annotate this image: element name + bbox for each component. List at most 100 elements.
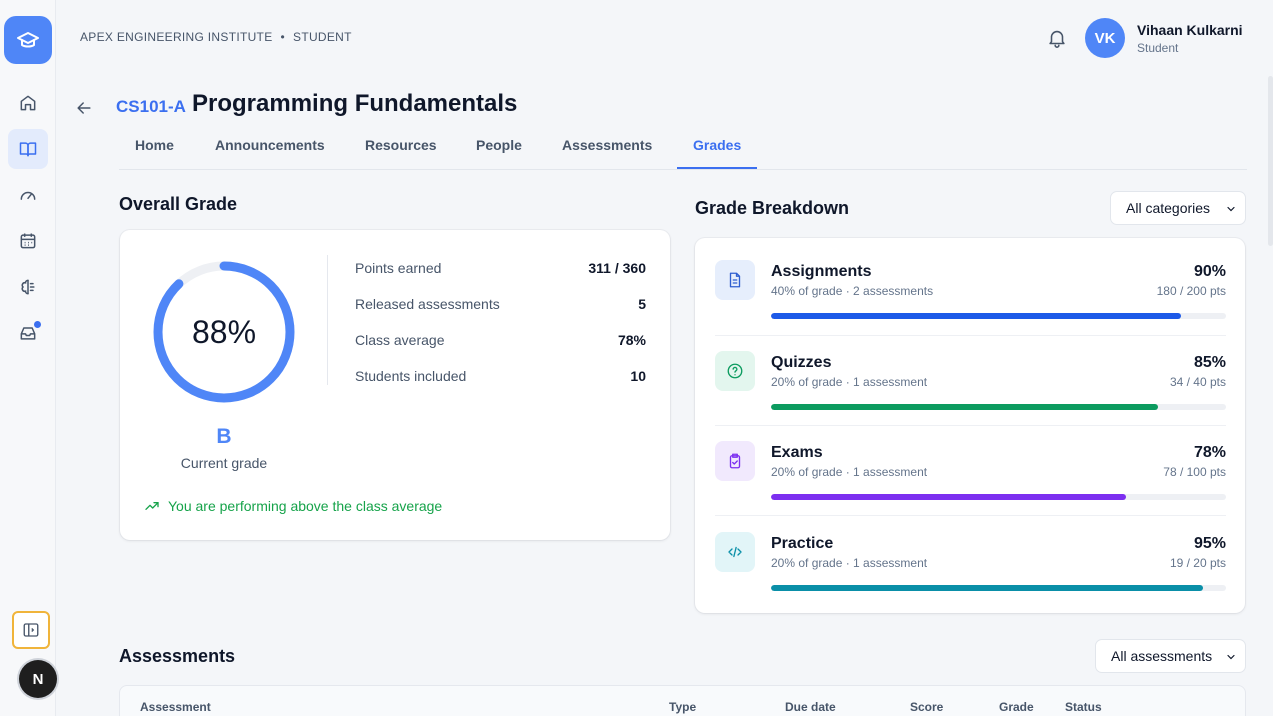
divider [327,255,328,385]
course-tabs: Home Announcements Resources People Asse… [119,128,1247,170]
category-progress-bar [771,585,1226,591]
back-arrow-icon[interactable] [74,98,94,118]
page-scrollbar[interactable] [1268,76,1273,246]
sidebar-item-home[interactable] [8,83,48,123]
avatar[interactable]: VK [1085,18,1125,58]
column-header-assessment[interactable]: Assessment [140,700,211,714]
stat-value: 10 [630,368,646,384]
stat-label: Released assessments [355,296,500,312]
grade-breakdown-card: Assignments 40% of grade · 2 assessments… [695,238,1245,613]
category-weight: 20% of grade · 1 assessment [771,465,928,479]
category-name: Quizzes [771,354,832,371]
category-filter-select[interactable]: All categories [1110,191,1246,225]
stat-label: Class average [355,332,445,348]
stat-value: 5 [638,296,646,312]
page-title: Programming Fundamentals [192,90,518,117]
institute-name: APEX ENGINEERING INSTITUTE [80,30,273,44]
category-weight: 20% of grade · 1 assessment [771,375,928,389]
category-progress-bar [771,404,1226,410]
category-percent: 85% [1193,354,1226,371]
next-badge[interactable]: N [19,660,57,698]
breakdown-row-exams: Exams 20% of grade · 1 assessment 78% 78… [715,425,1226,515]
breadcrumb: APEX ENGINEERING INSTITUTE • STUDENT [80,30,352,44]
assessments-title: Assessments [119,646,236,666]
column-header-due-date[interactable]: Due date [785,700,836,714]
breakdown-row-quizzes: Quizzes 20% of grade · 1 assessment 85% … [715,335,1226,425]
sidebar-item-inbox[interactable] [8,313,48,353]
breakdown-icon-box [715,441,755,481]
role-context: STUDENT [293,30,352,44]
category-progress-fill [771,494,1126,500]
trending-up-icon [145,502,159,510]
stat-value: 78% [617,332,646,348]
overall-grade-title: Overall Grade [119,194,238,214]
chevron-down-icon [1227,206,1235,212]
breakdown-icon-box [715,351,755,391]
tab-home[interactable]: Home [135,137,174,153]
tab-grades[interactable]: Grades [693,137,741,153]
category-name: Practice [771,535,834,552]
category-points: 34 / 40 pts [1169,375,1226,389]
user-role: Student [1137,41,1179,55]
column-header-type[interactable]: Type [669,700,696,714]
user-name: Vihaan Kulkarni [1137,22,1243,38]
breakdown-row-practice: Practice 20% of grade · 1 assessment 95%… [715,515,1226,605]
breakdown-row-assignments: Assignments 40% of grade · 2 assessments… [715,238,1226,328]
stat-value: 311 / 360 [588,260,646,276]
sidebar-item-ai[interactable] [8,267,48,307]
course-code: CS101-A [116,97,186,116]
code-icon [728,546,742,558]
top-bar: APEX ENGINEERING INSTITUTE • STUDENT VK Vi… [56,0,1273,76]
category-progress-fill [771,585,1204,591]
category-percent: 78% [1193,444,1226,461]
document-icon [729,272,741,288]
breakdown-icon-box [715,532,755,572]
tab-announcements[interactable]: Announcements [215,137,325,153]
collapse-sidebar-button[interactable] [12,611,50,649]
category-percent: 90% [1193,263,1226,280]
column-header-score[interactable]: Score [910,700,943,714]
category-weight: 40% of grade · 2 assessments [771,284,934,298]
category-weight: 20% of grade · 1 assessment [771,556,928,570]
performance-trend: You are performing above the class avera… [144,498,442,514]
sidebar-item-dashboard[interactable] [8,175,48,215]
category-progress-fill [771,313,1181,319]
stat-label: Points earned [355,260,442,276]
sidebar-item-calendar[interactable] [8,221,48,261]
category-points: 78 / 100 pts [1163,465,1226,479]
category-progress-bar [771,313,1226,319]
grade-percent: 88% [191,313,257,350]
category-progress-fill [771,404,1158,410]
tab-resources[interactable]: Resources [365,137,437,153]
letter-grade-caption: Current grade [180,455,268,471]
tab-assessments[interactable]: Assessments [562,137,652,153]
grade-breakdown-title: Grade Breakdown [695,198,850,218]
active-tab-indicator [677,167,757,169]
notification-dot [33,320,42,329]
letter-grade: B [216,425,232,448]
assessment-filter-select[interactable]: All assessments [1095,639,1246,673]
column-header-status[interactable]: Status [1065,700,1102,714]
sidebar-toggle-icon [23,623,39,637]
graduation-cap-icon[interactable] [4,16,52,64]
category-progress-bar [771,494,1226,500]
assessment-filter-value: All assessments [1111,648,1213,664]
sidebar-item-courses[interactable] [8,129,48,169]
question-circle-icon [727,363,743,379]
tab-people[interactable]: People [476,137,522,153]
category-name: Assignments [771,263,872,280]
breakdown-icon-box [715,260,755,300]
column-header-grade[interactable]: Grade [999,700,1034,714]
category-points: 180 / 200 pts [1156,284,1226,298]
bell-icon[interactable] [1046,27,1068,49]
assessments-table-header: Assessment Type Due date Score Grade Sta… [119,685,1246,716]
home-icon [20,95,36,111]
category-name: Exams [771,444,823,461]
calendar-icon [20,233,36,249]
overall-grade-card: 88% B Current grade Points earned 311 / … [120,230,670,540]
category-points: 19 / 20 pts [1169,556,1226,570]
sidebar: N [0,0,57,716]
category-filter-value: All categories [1126,200,1211,216]
clipboard-check-icon [729,453,741,469]
brain-icon [21,279,35,295]
